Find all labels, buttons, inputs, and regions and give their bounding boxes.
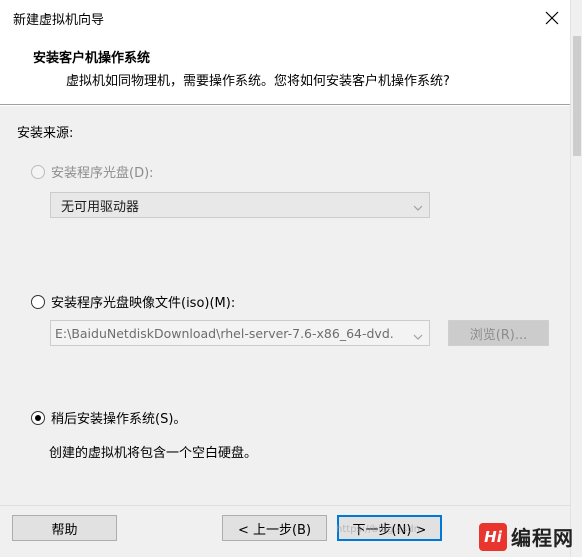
page-subtitle: 虚拟机如同物理机，需要操作系统。您将如何安装客户机操作系统? bbox=[66, 74, 450, 89]
drive-select-value: 无可用驱动器 bbox=[61, 199, 140, 215]
scrollbar[interactable] bbox=[570, 0, 582, 557]
later-option-label: 稍后安装操作系统(S)。 bbox=[51, 412, 187, 427]
iso-radio[interactable] bbox=[31, 294, 45, 309]
watermark-url: https://blog.csdn bbox=[336, 524, 421, 535]
disc-option-label: 安装程序光盘(D): bbox=[51, 166, 154, 181]
iso-path-value: E:\BaiduNetdiskDownload\rhel-server-7.6-… bbox=[55, 325, 394, 341]
later-option-description: 创建的虚拟机将包含一个空白硬盘。 bbox=[49, 446, 258, 461]
back-button[interactable]: < 上一步(B) bbox=[222, 515, 327, 541]
drive-select: 无可用驱动器 bbox=[50, 192, 430, 218]
watermark-site-name: 编程网 bbox=[511, 526, 574, 550]
content-panel: 安装来源: 安装程序光盘(D): 无可用驱动器 安装程序光盘映像文件(iso)(… bbox=[0, 106, 570, 505]
scrollbar-thumb[interactable] bbox=[573, 36, 581, 156]
install-source-label: 安装来源: bbox=[17, 126, 74, 141]
close-icon[interactable] bbox=[540, 6, 564, 30]
iso-path-combo: E:\BaiduNetdiskDownload\rhel-server-7.6-… bbox=[50, 320, 430, 346]
wizard-header: 安装客户机操作系统 虚拟机如同物理机，需要操作系统。您将如何安装客户机操作系统? bbox=[0, 36, 570, 104]
window-title: 新建虚拟机向导 bbox=[13, 13, 105, 28]
later-radio[interactable] bbox=[31, 410, 45, 425]
help-button[interactable]: 帮助 bbox=[12, 515, 117, 541]
browse-button: 浏览(R)... bbox=[448, 320, 549, 346]
page-title: 安装客户机操作系统 bbox=[33, 51, 151, 66]
chevron-down-icon bbox=[413, 201, 423, 216]
iso-option[interactable]: 安装程序光盘映像文件(iso)(M): bbox=[31, 292, 235, 311]
title-bar: 新建虚拟机向导 bbox=[0, 0, 582, 36]
watermark: Hi 编程网 bbox=[479, 522, 574, 551]
disc-option: 安装程序光盘(D): bbox=[31, 162, 154, 181]
chevron-down-icon bbox=[413, 329, 423, 344]
iso-option-label: 安装程序光盘映像文件(iso)(M): bbox=[51, 296, 236, 311]
watermark-logo: Hi bbox=[479, 522, 507, 551]
later-option[interactable]: 稍后安装操作系统(S)。 bbox=[31, 408, 186, 427]
disc-radio bbox=[31, 164, 45, 179]
